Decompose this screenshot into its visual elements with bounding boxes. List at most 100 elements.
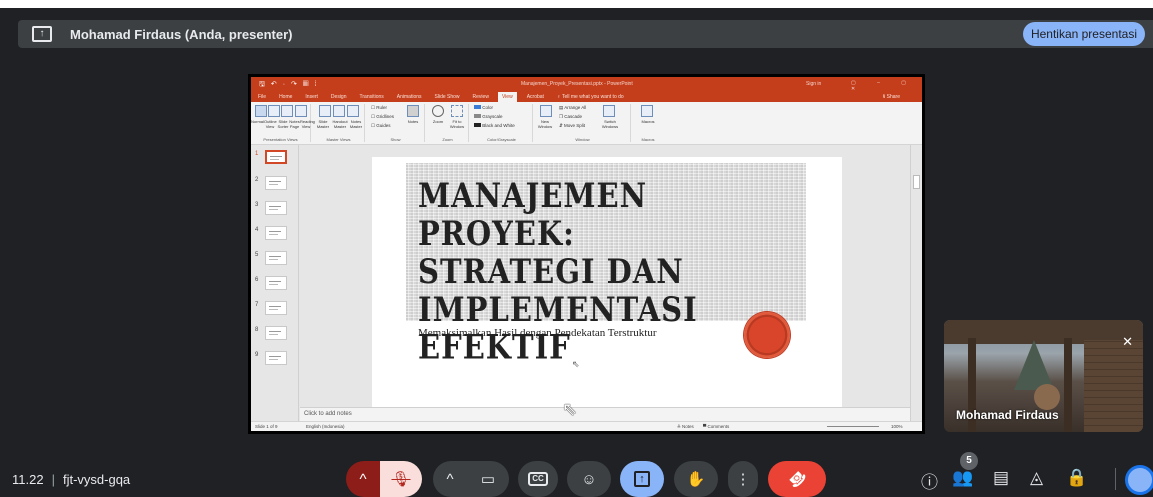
ribbon-label-notes: Notes xyxy=(407,119,419,124)
lock-person-icon: 🔒 xyxy=(1066,468,1088,487)
notes-master-icon xyxy=(347,105,359,117)
leave-call-button[interactable]: ☎ xyxy=(768,461,826,497)
ppt-share: ꝸ Share xyxy=(882,93,900,100)
ribbon-label-new-window: New Window xyxy=(537,119,553,129)
ppt-tab-transitions: Transitions xyxy=(359,93,384,100)
ribbon-label-outline: Outline View xyxy=(264,119,277,129)
fit-window-icon xyxy=(451,105,463,117)
ppt-tab-animations: Animations xyxy=(396,93,422,100)
scrollbar-thumb xyxy=(913,175,920,189)
switch-windows-icon xyxy=(603,105,615,117)
thumb-number: 6 xyxy=(255,277,259,283)
meeting-details-button[interactable]: ⓘ xyxy=(921,468,938,493)
hand-icon: ✋ xyxy=(686,471,706,488)
timer-button[interactable] xyxy=(1125,465,1153,495)
new-window-icon xyxy=(540,105,552,117)
powerpoint-window: 🖫 ↶ · ↷ ▦ ⁞ Manajemen_Proyek_Presentasi.… xyxy=(251,77,922,431)
host-controls-button[interactable]: 🔒 xyxy=(1066,468,1087,488)
chevron-up-icon: ^ xyxy=(359,470,367,488)
ribbon-group-window: New Window ▤ Arrange All ❐ Cascade ⇵ Mov… xyxy=(535,104,631,142)
thumb-number: 1 xyxy=(255,151,259,157)
slide-vertical-scrollbar xyxy=(910,145,922,424)
arrange-all-option: ▤ Arrange All xyxy=(559,105,587,110)
slide-thumbnail-3 xyxy=(265,201,287,215)
ppt-sign-in: Sign in xyxy=(806,81,822,87)
small-cursor-icon: ⇖ xyxy=(572,359,580,369)
video-options-button[interactable]: ^ xyxy=(433,461,467,497)
notes-page-icon xyxy=(295,105,307,117)
present-now-button[interactable]: ↑ xyxy=(620,461,664,497)
ribbon-label-fit: Fit to Window xyxy=(449,119,465,129)
red-seal-graphic xyxy=(744,312,790,358)
ribbon-group-label: Master Views xyxy=(326,137,351,142)
ribbon-group-presentation-views: Normal Outline View Slide Sorter Notes P… xyxy=(251,104,315,142)
slide-thumbnail-pane: 1 2 3 4 5 6 7 8 9 xyxy=(251,145,299,424)
shared-screen: 🖫 ↶ · ↷ ▦ ⁞ Manajemen_Proyek_Presentasi.… xyxy=(248,74,925,434)
ppt-ribbon: Normal Outline View Slide Sorter Notes P… xyxy=(251,102,922,145)
status-notes: ≙ Notes xyxy=(677,424,694,429)
microphone-toggle-button[interactable]: 🎙 xyxy=(380,461,422,497)
gridlines-checkbox: ☐ Gridlines xyxy=(371,114,395,119)
ppt-tab-view: View xyxy=(497,91,517,102)
macros-icon xyxy=(641,105,653,117)
zoom-slider xyxy=(827,426,879,427)
slide-thumbnail-8 xyxy=(265,326,287,340)
people-button[interactable]: 👥 xyxy=(952,468,973,488)
black-white-option: Black and White xyxy=(474,123,515,128)
activities-button[interactable]: ◬ xyxy=(1030,468,1043,488)
video-background xyxy=(1084,340,1143,432)
more-options-button[interactable]: ⋮ xyxy=(728,461,758,497)
presenter-label: Mohamad Firdaus (Anda, presenter) xyxy=(70,26,293,42)
self-video-tile[interactable]: ✕ Mohamad Firdaus xyxy=(944,320,1143,432)
ribbon-group-macros: Macros Macros xyxy=(633,104,663,142)
more-vertical-icon: ⋮ xyxy=(735,471,751,488)
ppt-tab-insert: Insert xyxy=(305,93,318,100)
ribbon-label-slide-master: Slide Master xyxy=(316,119,330,129)
notes-pane: Click to add notes xyxy=(300,407,910,421)
ribbon-group-show: ☐ Ruler ☐ Gridlines ☐ Guides Notes Show xyxy=(367,104,425,142)
chat-icon: ▤ xyxy=(993,468,1010,487)
status-language: English (Indonesia) xyxy=(306,424,345,429)
people-icon: 👥 xyxy=(952,468,974,487)
chevron-up-icon: ^ xyxy=(446,470,454,488)
ribbon-label-switch: Switch Windows xyxy=(601,119,619,129)
smile-icon: ☺ xyxy=(581,470,597,488)
activities-icon: ◬ xyxy=(1030,468,1044,487)
emoji-reaction-button[interactable]: ☺ xyxy=(567,461,611,497)
slide-thumbnail-7 xyxy=(265,301,287,315)
presenter-banner: ↑ Mohamad Firdaus (Anda, presenter) Hent… xyxy=(18,20,1153,48)
mic-off-icon: 🎙 xyxy=(391,471,411,488)
ribbon-group-zoom: Zoom Fit to Window Zoom xyxy=(427,104,469,142)
thumb-number: 9 xyxy=(255,352,259,358)
guides-checkbox: ☐ Guides xyxy=(371,123,391,128)
ppt-tab-acrobat: Acrobat xyxy=(526,93,544,100)
ppt-tab-design: Design xyxy=(330,93,347,100)
ribbon-group-label: Presentation Views xyxy=(263,137,298,142)
ribbon-group-label: Macros xyxy=(641,137,655,142)
stop-presenting-button[interactable]: Hentikan presentasi xyxy=(1022,22,1145,46)
grayscale-option: Grayscale xyxy=(474,114,503,119)
status-slide-count: Slide 1 of 9 xyxy=(255,424,278,429)
current-slide: MANAJEMEN PROYEK: STRATEGI DAN IMPLEMENT… xyxy=(372,157,842,407)
chat-button[interactable]: ▤ xyxy=(993,468,1009,488)
color-option: Color xyxy=(474,105,493,110)
captions-button[interactable]: CC xyxy=(518,461,558,497)
ppt-document-title: Manajemen_Proyek_Presentasi.pptx - Power… xyxy=(521,81,633,87)
slide-thumbnail-9 xyxy=(265,351,287,365)
camera-toggle-button[interactable]: ▭ xyxy=(467,461,509,497)
clock-time: 11.22 xyxy=(12,472,44,487)
toolbar-divider xyxy=(1115,468,1116,490)
status-zoom-level: 100% xyxy=(891,424,903,429)
slide-subtitle: Memaksimalkan Hasil dengan Pendekatan Te… xyxy=(418,327,657,339)
slide-thumbnail-2 xyxy=(265,176,287,190)
raise-hand-button[interactable]: ✋ xyxy=(674,461,718,497)
thumb-number: 2 xyxy=(255,177,259,183)
audio-options-button[interactable]: ^ xyxy=(346,461,380,497)
thumb-number: 4 xyxy=(255,227,259,233)
ribbon-group-label: Show xyxy=(390,137,401,142)
zoom-icon xyxy=(432,105,444,117)
move-split-option: ⇵ Move Split xyxy=(559,123,586,128)
ribbon-label-sorter: Slide Sorter xyxy=(277,119,289,129)
ribbon-label-macros: Macros xyxy=(641,119,655,124)
handout-master-icon xyxy=(333,105,345,117)
